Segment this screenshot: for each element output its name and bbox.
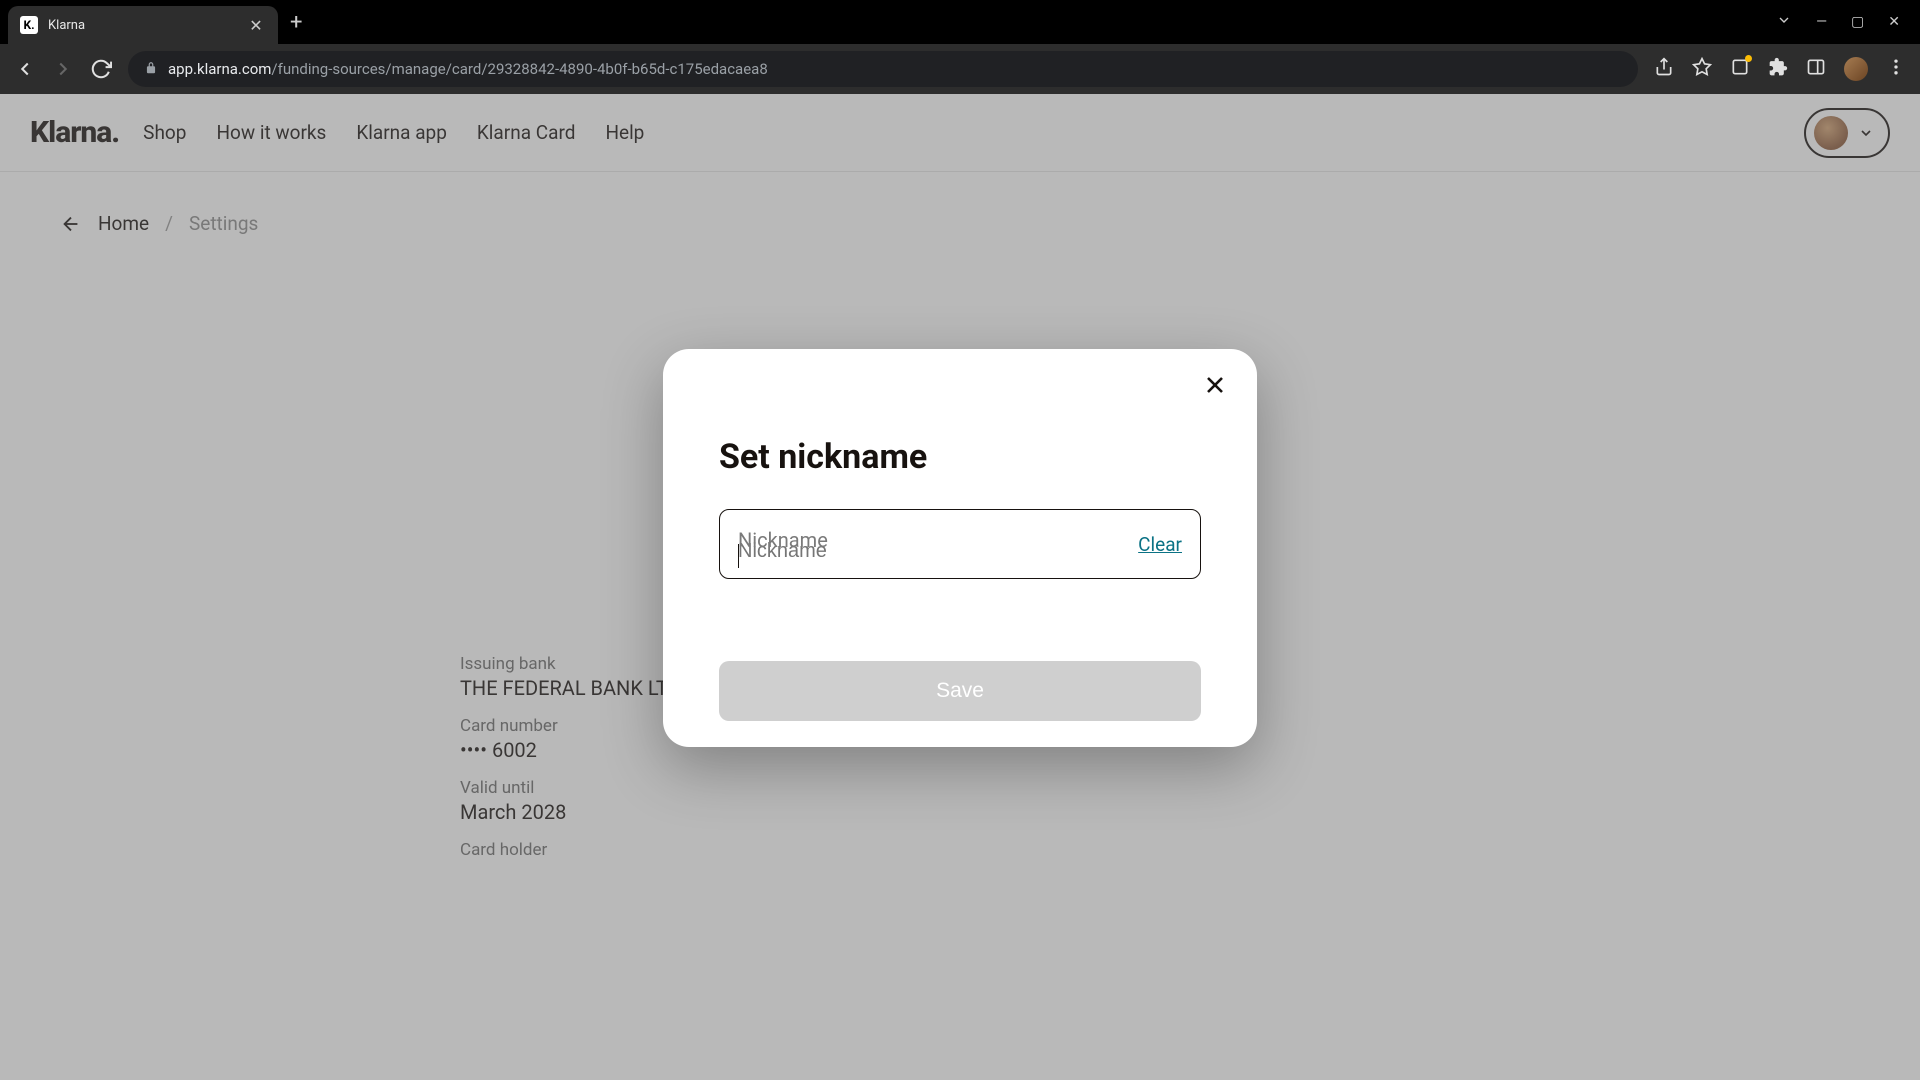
side-panel-icon[interactable] [1806, 57, 1826, 81]
minimize-icon[interactable]: — [1816, 14, 1827, 30]
tab-search-icon[interactable] [1776, 12, 1792, 32]
new-tab-button[interactable]: + [290, 10, 302, 35]
reload-button[interactable] [90, 58, 112, 80]
save-button[interactable]: Save [719, 661, 1201, 721]
url-text: app.klarna.com/funding-sources/manage/ca… [168, 60, 768, 78]
close-icon [1201, 371, 1229, 399]
tab-title: Klarna [48, 18, 236, 33]
nickname-input[interactable] [738, 526, 1182, 563]
text-caret [738, 544, 739, 568]
close-modal-button[interactable] [1201, 371, 1229, 403]
extension-notification-icon[interactable] [1730, 57, 1750, 81]
modal-title: Set nickname [719, 437, 1201, 477]
forward-button[interactable] [52, 58, 74, 80]
browser-tab-strip: K. Klarna ✕ + — ▢ ✕ [0, 0, 1920, 44]
page: Klarna. Shop How it works Klarna app Kla… [0, 94, 1920, 1080]
extensions-icon[interactable] [1768, 57, 1788, 81]
maximize-icon[interactable]: ▢ [1851, 14, 1864, 30]
profile-avatar-icon[interactable] [1844, 57, 1868, 81]
browser-tab[interactable]: K. Klarna ✕ [8, 6, 278, 44]
window-controls: — ▢ ✕ [1776, 12, 1912, 32]
clear-button[interactable]: Clear [1138, 533, 1182, 556]
set-nickname-modal: Set nickname Nickname Clear Save [663, 349, 1257, 747]
lock-icon [144, 60, 158, 79]
close-window-icon[interactable]: ✕ [1888, 14, 1900, 30]
url-box[interactable]: app.klarna.com/funding-sources/manage/ca… [128, 51, 1638, 87]
nickname-input-wrap[interactable]: Nickname Clear [719, 509, 1201, 579]
klarna-favicon: K. [20, 16, 38, 34]
close-tab-icon[interactable]: ✕ [246, 16, 266, 35]
menu-icon[interactable] [1886, 57, 1906, 81]
bookmark-icon[interactable] [1692, 57, 1712, 81]
share-icon[interactable] [1654, 57, 1674, 81]
address-bar: app.klarna.com/funding-sources/manage/ca… [0, 44, 1920, 94]
back-button[interactable] [14, 58, 36, 80]
